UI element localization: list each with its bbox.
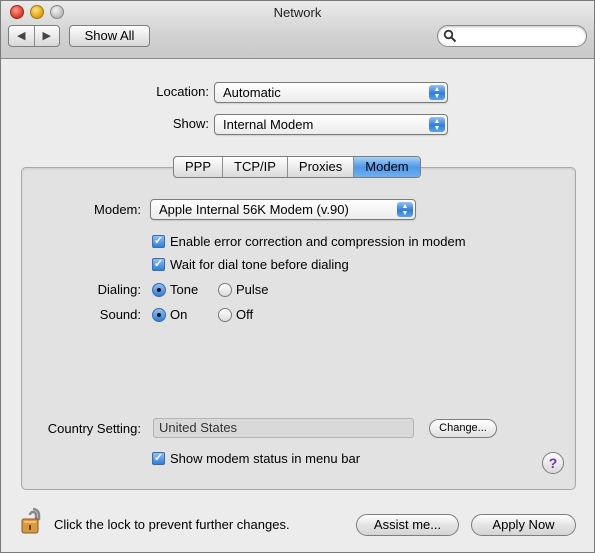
window-title: Network: [273, 5, 322, 20]
country-setting-field: United States: [153, 418, 414, 438]
sound-off-radio[interactable]: [218, 308, 232, 322]
sound-off-label: Off: [236, 307, 254, 322]
modem-label: Modem:: [94, 202, 141, 217]
location-value: Automatic: [223, 85, 281, 100]
network-preferences-window: Network ◀ ▶ Show All Location: Automatic…: [0, 0, 595, 553]
popup-arrows-icon: ▲ ▼: [397, 202, 413, 217]
help-button[interactable]: ?: [542, 452, 564, 474]
menu-bar-status-label: Show modem status in menu bar: [170, 451, 361, 466]
lock-message: Click the lock to prevent further change…: [54, 517, 290, 532]
toolbar: Network ◀ ▶ Show All: [1, 1, 594, 59]
sound-on-label: On: [170, 307, 188, 322]
search-input[interactable]: [460, 28, 580, 44]
tab-tcpip[interactable]: TCP/IP: [223, 157, 288, 177]
back-forward-control: ◀ ▶: [8, 25, 60, 47]
popup-arrows-icon: ▲ ▼: [429, 85, 445, 100]
location-label: Location:: [156, 84, 209, 99]
error-correction-label: Enable error correction and compression …: [170, 234, 466, 249]
lock-icon[interactable]: [20, 507, 46, 535]
search-field[interactable]: [437, 25, 587, 47]
forward-button[interactable]: ▶: [35, 26, 60, 46]
show-popup[interactable]: Internal Modem ▲ ▼: [214, 114, 448, 135]
country-setting-label: Country Setting:: [47, 421, 141, 436]
popup-arrows-icon: ▲ ▼: [429, 117, 445, 132]
dialing-tone-radio[interactable]: [152, 283, 166, 297]
dialing-pulse-radio[interactable]: [218, 283, 232, 297]
dialing-pulse-label: Pulse: [236, 282, 269, 297]
show-value: Internal Modem: [223, 117, 314, 132]
search-icon: [443, 29, 457, 43]
modem-popup[interactable]: Apple Internal 56K Modem (v.90) ▲ ▼: [150, 199, 416, 220]
change-country-button[interactable]: Change...: [429, 419, 497, 438]
tab-ppp[interactable]: PPP: [174, 157, 224, 177]
sound-label: Sound:: [99, 307, 141, 322]
dialing-label: Dialing:: [97, 282, 141, 297]
tab-proxies[interactable]: Proxies: [288, 157, 355, 177]
apply-now-button[interactable]: Apply Now: [471, 514, 576, 536]
tab-modem[interactable]: Modem: [354, 157, 420, 177]
dial-tone-label: Wait for dial tone before dialing: [170, 257, 349, 272]
assist-me-button[interactable]: Assist me...: [356, 514, 459, 536]
location-popup[interactable]: Automatic ▲ ▼: [214, 82, 448, 103]
menu-bar-status-checkbox[interactable]: ✓: [152, 452, 165, 465]
modem-value: Apple Internal 56K Modem (v.90): [159, 202, 349, 217]
back-button[interactable]: ◀: [9, 26, 35, 46]
show-all-button[interactable]: Show All: [69, 25, 150, 47]
dial-tone-checkbox[interactable]: ✓: [152, 258, 165, 271]
tab-bar: PPP TCP/IP Proxies Modem: [173, 156, 421, 178]
error-correction-checkbox[interactable]: ✓: [152, 235, 165, 248]
show-label: Show:: [172, 116, 209, 131]
sound-on-radio[interactable]: [152, 308, 166, 322]
dialing-tone-label: Tone: [170, 282, 199, 297]
